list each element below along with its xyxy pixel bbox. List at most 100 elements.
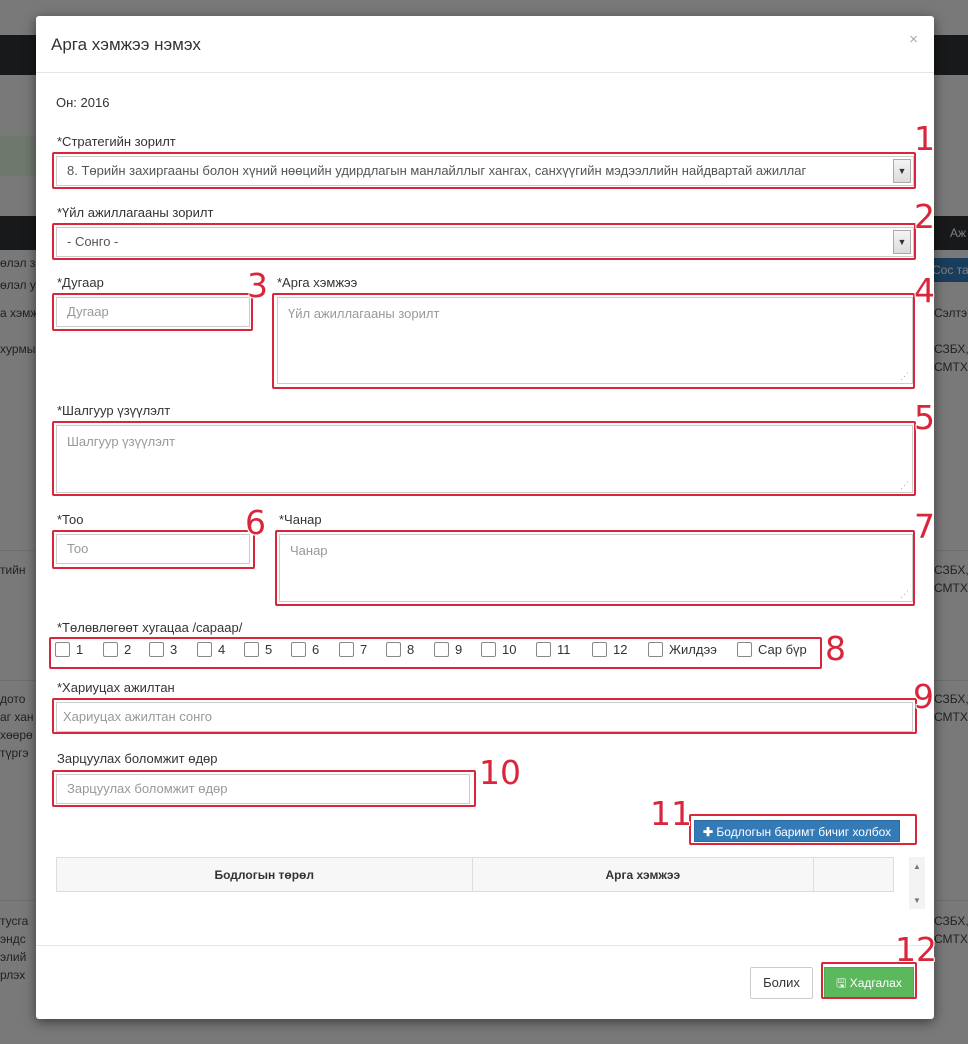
schedule-label: *Төлөвлөгөөт хугацаа /сараар/ <box>57 620 243 635</box>
checkbox[interactable] <box>737 642 752 657</box>
strategic-goal-select[interactable]: 8. Төрийн захиргааны болон хүний нөөцийн… <box>56 156 914 186</box>
chevron-down-icon[interactable]: ▼ <box>893 159 911 183</box>
spend-date-label: Зарцуулах боломжит өдөр <box>57 751 218 766</box>
activity-goal-value: - Сонго - <box>67 234 119 249</box>
checkbox[interactable] <box>339 642 354 657</box>
column-header-empty <box>813 857 894 892</box>
schedule-option[interactable]: 10 <box>481 642 516 657</box>
annotation-number-4: 4 <box>914 271 935 310</box>
link-policy-document-button[interactable]: ✚ Бодлогын баримт бичиг холбох <box>694 820 901 842</box>
save-button-label: Хадгалах <box>849 976 902 990</box>
save-button[interactable]: 🖫 Хадгалах <box>824 967 914 999</box>
quantity-input[interactable]: Тоо <box>56 534 250 564</box>
schedule-option[interactable]: Жилдээ <box>648 642 717 657</box>
modal-header: Арга хэмжээ нэмэх × <box>36 16 934 73</box>
strategic-goal-label: *Стратегийн зорилт <box>57 134 176 149</box>
link-policy-document-label: Бодлогын баримт бичиг холбох <box>716 825 892 839</box>
checkbox[interactable] <box>536 642 551 657</box>
schedule-option-label: 7 <box>360 642 368 657</box>
activity-goal-select[interactable]: - Сонго - ▼ <box>56 227 914 257</box>
annotation-number-2: 2 <box>914 197 935 236</box>
schedule-option[interactable]: 5 <box>244 642 272 657</box>
schedule-option-label: 2 <box>124 642 132 657</box>
chevron-down-icon[interactable]: ▼ <box>893 230 911 254</box>
close-icon[interactable]: × <box>909 31 918 48</box>
schedule-option-label: 1 <box>76 642 84 657</box>
annotation-number-3: 3 <box>247 266 268 305</box>
schedule-option[interactable]: 7 <box>339 642 367 657</box>
schedule-option[interactable]: 8 <box>386 642 414 657</box>
table-header-row: Бодлогын төрөл Арга хэмжээ <box>56 857 894 892</box>
action-placeholder: Үйл ажиллагааны зорилт <box>288 306 440 321</box>
annotation-number-11: 11 <box>650 794 692 833</box>
responsible-label: *Хариуцах ажилтан <box>57 680 175 695</box>
column-header-policy-type: Бодлогын төрөл <box>56 857 473 892</box>
checkbox[interactable] <box>149 642 164 657</box>
annotation-number-9: 9 <box>913 677 934 716</box>
annotation-number-7: 7 <box>914 507 935 546</box>
schedule-option-label: 11 <box>557 642 571 657</box>
schedule-option-label: 3 <box>170 642 178 657</box>
annotation-number-5: 5 <box>914 398 935 437</box>
resize-handle-icon[interactable]: ⋰ <box>900 481 909 490</box>
checkbox[interactable] <box>291 642 306 657</box>
checkbox[interactable] <box>481 642 496 657</box>
annotation-number-8: 8 <box>825 629 846 668</box>
schedule-option-label: Сар бүр <box>758 642 807 657</box>
annotation-number-6: 6 <box>245 503 266 542</box>
schedule-option[interactable]: 3 <box>149 642 177 657</box>
floppy-disk-icon: 🖫 <box>836 976 847 990</box>
plus-icon: ✚ <box>703 825 714 839</box>
quality-placeholder: Чанар <box>290 543 328 558</box>
resize-handle-icon[interactable]: ⋰ <box>900 372 909 381</box>
checkbox[interactable] <box>55 642 70 657</box>
action-textarea[interactable]: Үйл ажиллагааны зорилт ⋰ <box>277 297 913 384</box>
criteria-textarea[interactable]: Шалгуур үзүүлэлт ⋰ <box>56 425 913 493</box>
scroll-down-icon[interactable]: ▼ <box>913 896 921 905</box>
schedule-option-label: 12 <box>613 642 628 657</box>
table-scrollbar[interactable]: ▲ ▼ <box>909 857 925 909</box>
schedule-option-label: 4 <box>218 642 226 657</box>
schedule-option-label: 9 <box>455 642 463 657</box>
schedule-option[interactable]: 9 <box>434 642 462 657</box>
quality-textarea[interactable]: Чанар ⋰ <box>279 534 913 602</box>
schedule-option[interactable]: 4 <box>197 642 225 657</box>
scroll-up-icon[interactable]: ▲ <box>913 862 921 871</box>
schedule-option[interactable]: 12 <box>592 642 627 657</box>
strategic-goal-value: 8. Төрийн захиргааны болон хүний нөөцийн… <box>67 163 807 178</box>
number-label: *Дугаар <box>57 275 104 290</box>
schedule-option[interactable]: 11 <box>536 642 571 657</box>
policy-document-table: Бодлогын төрөл Арга хэмжээ <box>56 857 894 892</box>
checkbox[interactable] <box>386 642 401 657</box>
schedule-option[interactable]: 1 <box>55 642 83 657</box>
modal-footer-divider <box>36 945 934 946</box>
annotation-number-10: 10 <box>479 753 521 792</box>
add-action-modal: Арга хэмжээ нэмэх × Он: 2016 *Стратегийн… <box>36 16 937 1019</box>
responsible-select[interactable]: Хариуцах ажилтан сонго <box>56 702 913 732</box>
schedule-option[interactable]: 6 <box>291 642 319 657</box>
schedule-option[interactable]: 2 <box>103 642 131 657</box>
annotation-number-12: 12 <box>895 930 937 969</box>
number-input[interactable]: Дугаар <box>56 297 250 327</box>
modal-title: Арга хэмжээ нэмэх <box>51 35 201 54</box>
schedule-option[interactable]: Сар бүр <box>737 642 807 657</box>
schedule-option-label: Жилдээ <box>669 642 717 657</box>
criteria-placeholder: Шалгуур үзүүлэлт <box>67 434 176 449</box>
spend-date-input[interactable]: Зарцуулах боломжит өдөр <box>56 774 470 804</box>
schedule-option-label: 8 <box>407 642 415 657</box>
activity-goal-label: *Үйл ажиллагааны зорилт <box>57 205 214 220</box>
checkbox[interactable] <box>197 642 212 657</box>
checkbox[interactable] <box>244 642 259 657</box>
year-text: Он: 2016 <box>56 95 110 110</box>
schedule-option-label: 5 <box>265 642 273 657</box>
checkbox[interactable] <box>103 642 118 657</box>
action-label: *Арга хэмжээ <box>277 275 358 290</box>
checkbox[interactable] <box>648 642 663 657</box>
resize-handle-icon[interactable]: ⋰ <box>900 590 909 599</box>
column-header-action: Арга хэмжээ <box>471 857 815 892</box>
checkbox[interactable] <box>434 642 449 657</box>
schedule-option-label: 10 <box>502 642 517 657</box>
checkbox[interactable] <box>592 642 607 657</box>
cancel-button[interactable]: Болих <box>750 967 813 999</box>
schedule-option-label: 6 <box>312 642 320 657</box>
